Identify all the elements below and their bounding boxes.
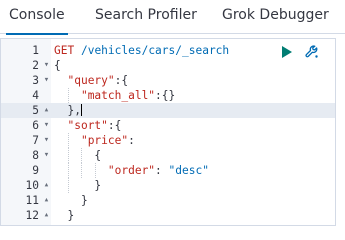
fold-toggle[interactable]: ▾ xyxy=(42,148,51,163)
play-icon[interactable] xyxy=(282,46,292,58)
fold-toggle[interactable]: ▴ xyxy=(42,103,51,118)
brace-open: { xyxy=(54,59,61,72)
fold-toggle[interactable]: ▾ xyxy=(42,133,51,148)
fold-toggle[interactable]: ▴ xyxy=(42,193,51,208)
line-number: 1 xyxy=(32,44,39,57)
editor-line: 2 ▾ { xyxy=(1,58,335,73)
wrench-icon[interactable] xyxy=(304,44,320,60)
fold-toggle[interactable]: ▾ xyxy=(42,118,51,133)
line-number: 3 xyxy=(32,74,39,87)
json-punct: :{ xyxy=(107,119,122,132)
line-number: 4 xyxy=(32,89,39,102)
json-value-order: "desc" xyxy=(168,164,209,177)
request-path: /vehicles/cars/_search xyxy=(80,44,230,57)
line-number: 5 xyxy=(32,104,39,117)
json-punct: :{} xyxy=(155,89,176,102)
fold-toggle[interactable]: ▴ xyxy=(42,208,51,223)
editor-line: 4 "match_all":{} xyxy=(1,88,335,103)
fold-toggle[interactable]: ▾ xyxy=(42,58,51,73)
tab-bar: Console Search Profiler Grok Debugger xyxy=(0,0,345,35)
json-punct: : xyxy=(128,134,135,147)
tab-console[interactable]: Console xyxy=(6,0,68,35)
line-number: 9 xyxy=(32,164,39,177)
json-key-match-all: "match_all" xyxy=(80,89,156,102)
line-number: 6 xyxy=(32,119,39,132)
editor-line: 9 "order": "desc" xyxy=(1,163,335,178)
json-punct: :{ xyxy=(114,74,129,87)
json-key-price: "price" xyxy=(80,134,129,147)
fold-toggle[interactable]: ▾ xyxy=(42,73,51,88)
line-number: 7 xyxy=(32,134,39,147)
tab-search-profiler[interactable]: Search Profiler xyxy=(95,0,197,33)
line-number: 2 xyxy=(32,59,39,72)
editor-line: 8 ▾ { xyxy=(1,148,335,163)
request-method: GET xyxy=(54,44,75,57)
line-number: 12 xyxy=(25,209,39,222)
fold-toggle[interactable]: ▴ xyxy=(42,178,51,193)
console-editor[interactable]: 1 GET /vehicles/cars/_search 2 ▾ { 3 ▾ "… xyxy=(0,38,336,226)
json-key-sort: "sort" xyxy=(67,119,108,132)
json-punct: : xyxy=(155,164,169,177)
editor-line: 7 ▾ "price": xyxy=(1,133,335,148)
json-punct: }, xyxy=(67,104,81,117)
json-punct: } xyxy=(94,179,102,192)
editor-line: 11 ▴ } xyxy=(1,193,335,208)
line-number: 10 xyxy=(25,179,39,192)
line-number: 11 xyxy=(25,194,39,207)
editor-line: 12 ▴ } xyxy=(1,208,335,223)
json-punct: } xyxy=(67,209,75,222)
text-cursor xyxy=(80,104,82,116)
json-punct: { xyxy=(94,149,102,162)
json-key-query: "query" xyxy=(67,74,115,87)
json-key-order: "order" xyxy=(107,164,156,177)
editor-line: 6 ▾ "sort":{ xyxy=(1,118,335,133)
editor-line-active: 5 ▴ }, xyxy=(1,103,335,118)
json-punct: } xyxy=(80,194,88,207)
editor-line: 10 ▴ } xyxy=(1,178,335,193)
tab-grok-debugger[interactable]: Grok Debugger xyxy=(222,0,329,33)
editor-line: 3 ▾ "query":{ xyxy=(1,73,335,88)
line-number: 8 xyxy=(32,149,39,162)
